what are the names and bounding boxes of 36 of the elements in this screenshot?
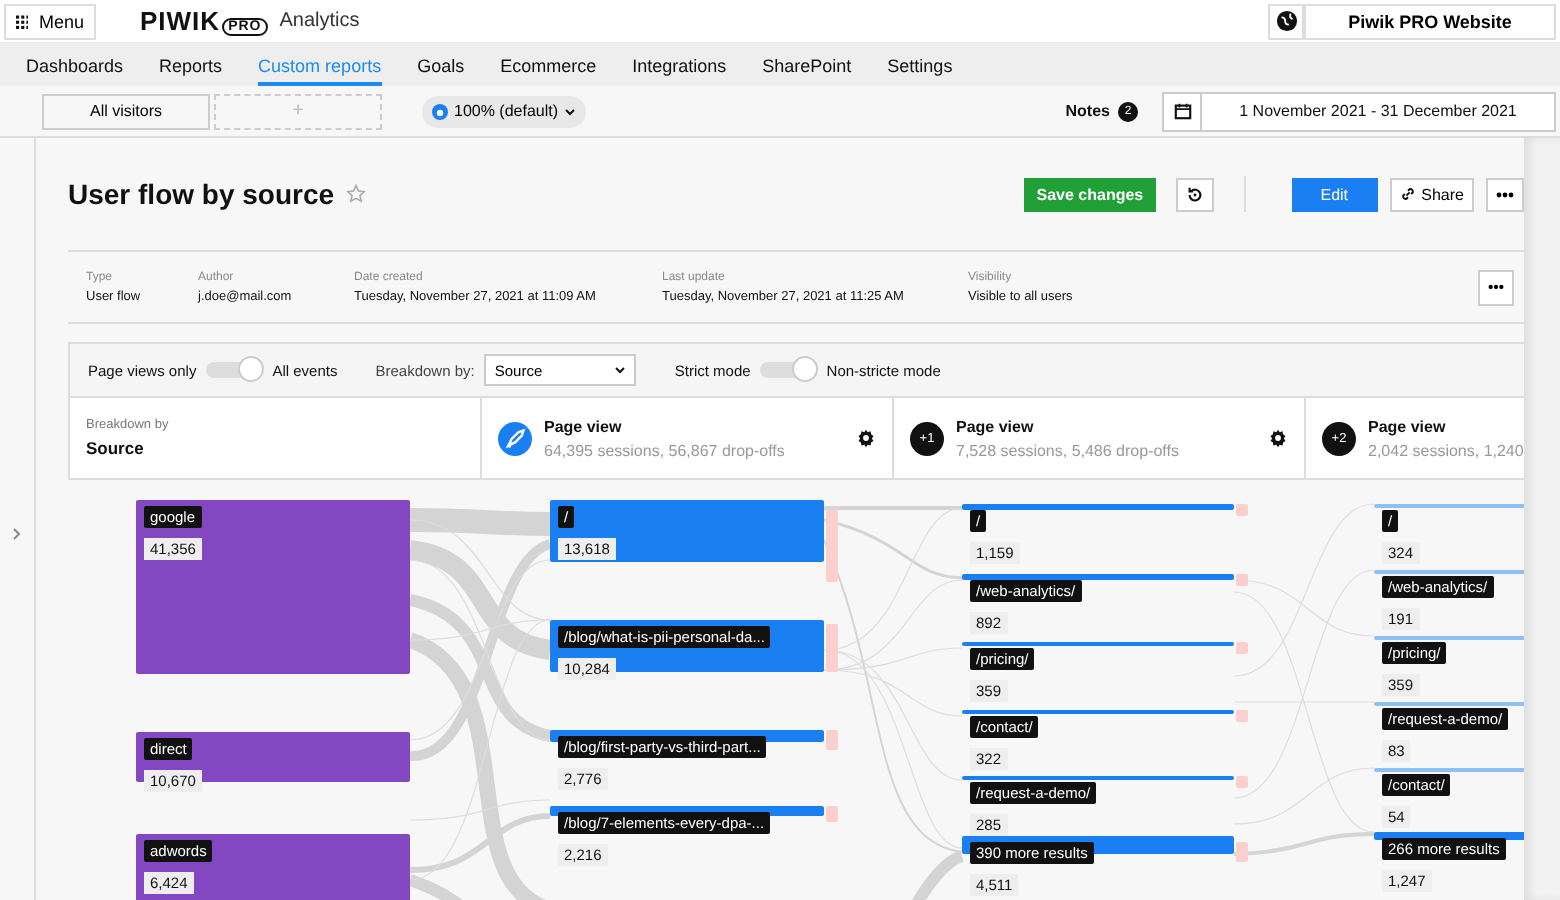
settings-icon[interactable] xyxy=(856,428,876,448)
product-name: Analytics xyxy=(279,10,360,32)
header-subtitle: 2,042 sessions, 1,240 xyxy=(1368,441,1524,459)
header-title: Page view xyxy=(956,417,1036,435)
settings-icon[interactable] xyxy=(1268,428,1288,448)
header-title: Page view xyxy=(1368,417,1448,435)
sampling-selector[interactable]: 100% (default) xyxy=(422,95,587,127)
menu-button[interactable]: Menu xyxy=(4,3,96,39)
chevron-down-icon xyxy=(614,364,627,376)
history-icon[interactable] xyxy=(1175,177,1214,211)
header-subtitle: Source xyxy=(86,438,146,458)
nav-tab[interactable]: Settings xyxy=(887,42,953,86)
header-subtitle: 7,528 sessions, 5,486 drop-offs xyxy=(956,441,1181,459)
header-subtitle: 64,395 sessions, 56,867 drop-offs xyxy=(544,441,787,459)
expand-chevron-icon[interactable] xyxy=(12,528,22,540)
star-icon[interactable] xyxy=(346,184,367,204)
segment-button[interactable]: All visitors xyxy=(42,93,210,129)
link-icon xyxy=(1399,186,1416,202)
more-icon[interactable] xyxy=(1478,269,1514,305)
edit-button[interactable]: Edit xyxy=(1291,177,1378,211)
notes-link[interactable]: Notes xyxy=(1065,102,1110,120)
more-icon[interactable] xyxy=(1486,177,1524,211)
website-selector[interactable]: Piwik PRO Website xyxy=(1304,3,1556,39)
events-toggle[interactable] xyxy=(206,362,263,378)
nav-tab[interactable]: Ecommerce xyxy=(500,42,597,86)
report-title: User flow by source xyxy=(68,178,335,210)
chevron-down-icon xyxy=(564,105,577,117)
nav-tab[interactable]: Integrations xyxy=(632,42,727,86)
nav-tab[interactable]: Dashboards xyxy=(26,42,124,86)
header-title: Page view xyxy=(544,417,624,435)
share-button[interactable]: Share xyxy=(1389,177,1474,211)
nav-tab[interactable]: Reports xyxy=(159,42,223,86)
nav-tab[interactable]: Goals xyxy=(417,42,465,86)
strict-mode-toggle[interactable] xyxy=(760,362,817,378)
nav-tab[interactable]: SharePoint xyxy=(762,42,852,86)
grid-icon xyxy=(16,11,29,31)
